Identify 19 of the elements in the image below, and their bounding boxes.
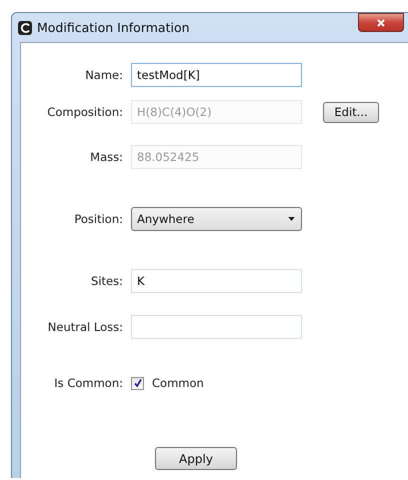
app-icon bbox=[18, 20, 32, 34]
field-label: Sites: bbox=[90, 274, 123, 288]
checkbox[interactable] bbox=[131, 376, 144, 390]
field-label: Position: bbox=[73, 212, 123, 226]
window-title: Modification Information bbox=[37, 20, 191, 35]
checkbox-label[interactable]: Common bbox=[152, 376, 204, 390]
position-dropdown[interactable]: Anywhere bbox=[131, 207, 302, 231]
field-label: Is Common: bbox=[53, 376, 123, 390]
input-field[interactable]: K bbox=[131, 269, 302, 293]
input-field[interactable] bbox=[131, 315, 302, 339]
field-label: Neutral Loss: bbox=[46, 320, 123, 334]
field-label: Composition: bbox=[46, 105, 123, 119]
caret-icon bbox=[288, 217, 295, 221]
input-field[interactable]: testMod[K] bbox=[131, 63, 302, 87]
close-icon bbox=[376, 18, 386, 28]
close-button[interactable] bbox=[358, 13, 404, 32]
apply-button[interactable]: Apply bbox=[155, 447, 237, 470]
field-label: Mass: bbox=[89, 150, 123, 164]
field-label: Name: bbox=[84, 68, 123, 82]
